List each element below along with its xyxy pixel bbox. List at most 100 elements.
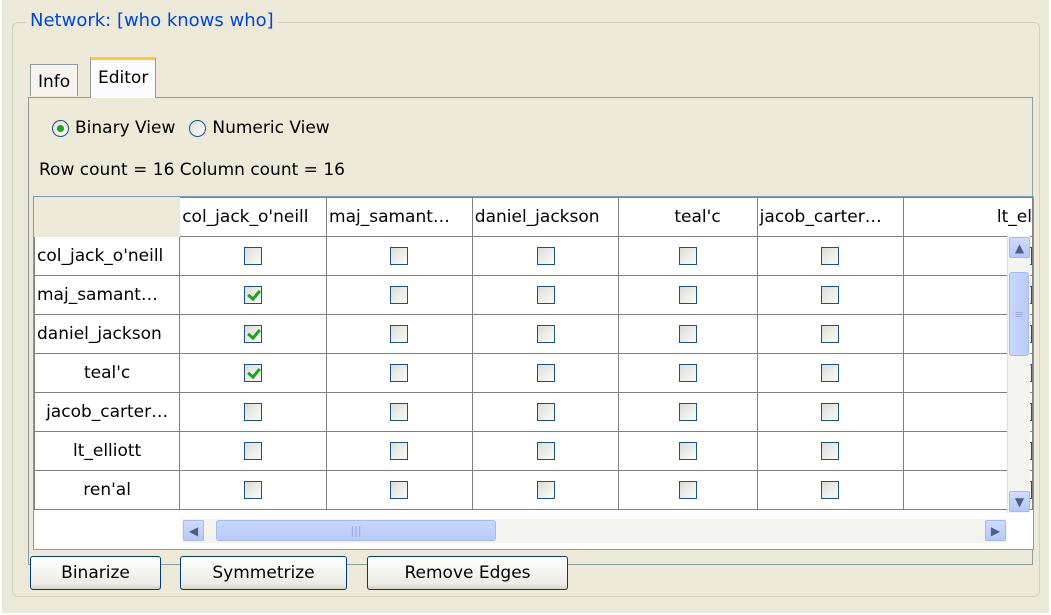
unchecked-checkbox[interactable] [678,286,697,304]
matrix-cell [471,236,620,276]
unchecked-checkbox[interactable] [678,442,697,460]
matrix-cell [179,236,328,276]
unchecked-checkbox[interactable] [678,403,697,421]
unchecked-checkbox[interactable] [390,286,409,304]
row-header[interactable]: daniel_jackson [34,314,181,354]
unchecked-checkbox[interactable] [390,364,409,382]
tab-editor[interactable]: Editor [90,57,157,98]
matrix-table: col_jack_o'neill maj_samant… daniel_jack… [34,197,1033,510]
remove-edges-button[interactable]: Remove Edges [367,556,568,590]
unchecked-checkbox[interactable] [821,481,840,499]
matrix-cell [756,470,904,510]
checked-checkbox[interactable] [244,364,263,382]
radio-selected-dot [57,124,64,132]
scroll-down-icon[interactable]: ▼ [1009,491,1030,512]
column-header[interactable]: teal'c [618,197,758,237]
row-header[interactable]: lt_elliott [34,431,181,471]
table-row: col_jack_o'neill [34,236,1033,276]
matrix-cell [756,236,904,276]
matrix-cell [179,470,328,510]
vertical-scroll-thumb[interactable]: ≡ [1009,272,1029,356]
unchecked-checkbox[interactable] [536,403,555,421]
matrix-cell [756,275,904,315]
unchecked-checkbox[interactable] [390,403,409,421]
column-header[interactable]: daniel_jackson [471,197,620,237]
matrix-cell [179,275,328,315]
tab-info[interactable]: Info [30,64,79,96]
row-header[interactable]: maj_samant… [34,275,181,315]
unchecked-checkbox[interactable] [821,442,840,460]
horizontal-scroll-thumb[interactable]: ||| [216,520,496,541]
column-header[interactable]: maj_samant… [326,197,473,237]
scroll-right-icon[interactable]: ▶ [985,520,1006,541]
matrix-cell [326,236,473,276]
scroll-up-icon[interactable]: ▲ [1009,237,1030,258]
unchecked-checkbox[interactable] [244,481,263,499]
row-column-count: Row count = 16 Column count = 16 [39,160,345,180]
matrix-cell [471,470,620,510]
row-header[interactable]: jacob_carter… [34,392,181,432]
table-row: jacob_carter… [34,392,1033,432]
matrix-cell [179,392,328,432]
unchecked-checkbox[interactable] [536,325,555,343]
unchecked-checkbox[interactable] [821,403,840,421]
table-row: daniel_jackson [34,314,1033,354]
matrix-cell [618,314,758,354]
unchecked-checkbox[interactable] [390,247,409,265]
matrix-cell [756,392,904,432]
unchecked-checkbox[interactable] [536,286,555,304]
unchecked-checkbox[interactable] [536,481,555,499]
row-header[interactable]: col_jack_o'neill [34,236,181,276]
matrix-cell [756,314,904,354]
unchecked-checkbox[interactable] [390,325,409,343]
matrix-cell [471,314,620,354]
matrix-corner [34,197,181,237]
checked-checkbox[interactable] [244,286,263,304]
unchecked-checkbox[interactable] [821,364,840,382]
matrix-cell [618,353,758,393]
unchecked-checkbox[interactable] [536,442,555,460]
row-header[interactable]: teal'c [34,353,181,393]
unchecked-checkbox[interactable] [821,247,840,265]
unchecked-checkbox[interactable] [536,247,555,265]
unchecked-checkbox[interactable] [821,286,840,304]
unchecked-checkbox[interactable] [678,247,697,265]
matrix-cell [326,314,473,354]
matrix-cell [756,431,904,471]
matrix-cell [618,236,758,276]
checked-checkbox[interactable] [244,325,263,343]
unchecked-checkbox[interactable] [678,325,697,343]
horizontal-scrollbar[interactable]: ◀ ||| ▶ [182,519,1007,543]
row-header[interactable]: ren'al [34,470,181,510]
vertical-scrollbar[interactable]: ▲ ≡ ▼ [1007,236,1030,513]
unchecked-checkbox[interactable] [678,364,697,382]
matrix-header-row: col_jack_o'neill maj_samant… daniel_jack… [34,197,1033,237]
matrix-cell [618,275,758,315]
column-header[interactable]: jacob_carter… [756,197,904,237]
unchecked-checkbox[interactable] [244,247,263,265]
matrix-cell [326,470,473,510]
binary-view-radio[interactable] [52,119,69,137]
binarize-button[interactable]: Binarize [30,556,161,590]
matrix-cell [618,392,758,432]
unchecked-checkbox[interactable] [244,403,263,421]
matrix-cell [326,275,473,315]
scroll-left-icon[interactable]: ◀ [183,520,204,541]
matrix-cell [471,275,620,315]
unchecked-checkbox[interactable] [678,481,697,499]
unchecked-checkbox[interactable] [536,364,555,382]
column-header[interactable]: col_jack_o'neill [179,197,328,237]
numeric-view-radio[interactable] [189,119,207,137]
unchecked-checkbox[interactable] [390,442,409,460]
binary-view-label[interactable]: Binary View [75,118,175,138]
symmetrize-button[interactable]: Symmetrize [180,556,347,590]
unchecked-checkbox[interactable] [244,442,263,460]
numeric-view-label[interactable]: Numeric View [212,118,329,138]
group-title: Network: [who knows who] [26,10,278,32]
unchecked-checkbox[interactable] [821,325,840,343]
matrix-cell [326,392,473,432]
column-header[interactable]: lt_el [902,197,1033,237]
matrix-cell [471,431,620,471]
matrix-cell [179,353,328,393]
unchecked-checkbox[interactable] [390,481,409,499]
